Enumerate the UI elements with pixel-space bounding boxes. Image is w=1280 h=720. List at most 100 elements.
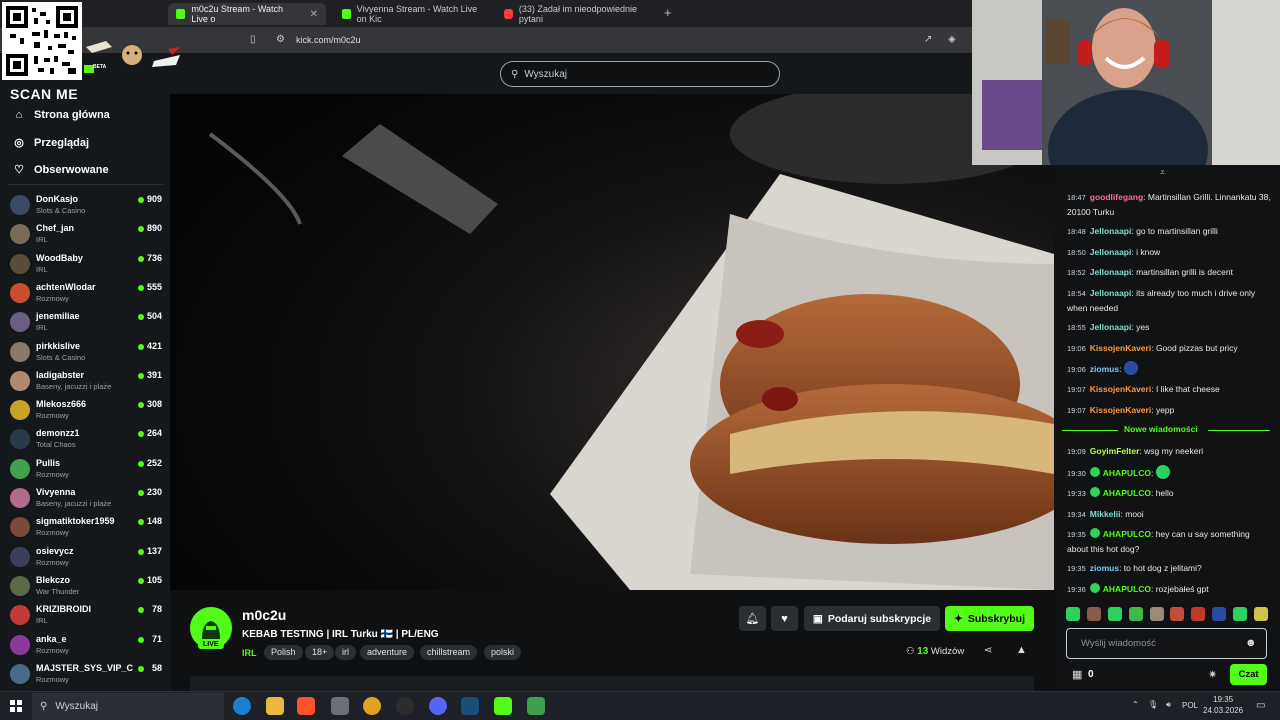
report-icon[interactable]: ▲ [1016,644,1027,656]
kick-icon[interactable] [494,697,512,715]
discord-icon[interactable] [429,697,447,715]
chat-username[interactable]: Jellonaapi [1090,226,1132,236]
nav-following[interactable]: ♡ Obserwowane [12,163,109,177]
browser-tab[interactable]: Vivyenna Stream - Watch Live on Kic [334,3,492,25]
sidebar-channel-item[interactable]: Mlekosz666 Rozmowy 308 [10,397,162,425]
clock-time[interactable]: 19:35 [1213,695,1233,704]
chat-username[interactable]: GoyimFelter [1090,446,1140,456]
obs-icon[interactable] [396,697,414,715]
brave-shield-icon[interactable]: ◈ [948,34,956,45]
channel-category: Rozmowy [36,469,69,479]
app-icon[interactable] [527,697,545,715]
sidebar-channel-item[interactable]: pirkkislive Slots & Casino 421 [10,339,162,367]
follow-heart-button[interactable]: ♥ [771,606,798,631]
browser-tab[interactable]: (33) Zadał im nieodpowiednie pytani [496,3,656,25]
chat-username[interactable]: KissojenKaveri [1090,384,1151,394]
chat-username[interactable]: ziomus [1090,563,1119,573]
steam-icon[interactable] [461,697,479,715]
taskbar-search[interactable]: ⚲ Wyszukaj [32,693,224,720]
gift-subscription-button[interactable]: ▣ Podaruj subskrypcje [804,606,940,631]
notification-icon[interactable]: ▭ [1256,700,1265,711]
emote-icon[interactable] [1233,607,1247,621]
emote-icon[interactable] [1253,607,1268,621]
app-icon[interactable] [331,697,349,715]
sidebar-channel-item[interactable]: anka_e Rozmowy 71 [10,632,162,660]
gift-box-icon[interactable]: ▦ [1072,668,1082,681]
emote-icon[interactable] [1107,607,1122,621]
sidebar-channel-item[interactable]: Chef_jan IRL 890 [10,221,162,249]
chat-username[interactable]: AHAPULCO [1103,468,1151,478]
site-info-icon[interactable]: ⚙ [276,34,285,45]
chat-username[interactable]: goodlifegang [1090,192,1143,202]
sidebar-channel-item[interactable]: osievycz Rozmowy 137 [10,544,162,572]
chat-username[interactable]: Jellonaapi [1090,267,1132,277]
url-field[interactable]: kick.com/m0c2u [296,35,361,45]
chat-send-button[interactable]: Czat [1230,664,1267,685]
chat-message-input[interactable]: Wyślij wiadomość [1066,628,1267,659]
sidebar-channel-item[interactable]: ladigabster Baseny, jacuzzi i plaże 391 [10,368,162,396]
sidebar-channel-item[interactable]: sigmatiktoker1959 Rozmowy 148 [10,514,162,542]
chat-username[interactable]: KissojenKaveri [1090,343,1151,353]
emote-icon[interactable] [1212,607,1227,621]
tag-chip[interactable]: 18+ [305,645,335,660]
emote-icon[interactable] [1170,607,1185,621]
share-icon[interactable]: ↗ [924,34,932,45]
close-tab-icon[interactable]: ✕ [310,9,318,20]
emote-icon[interactable] [1086,607,1101,621]
search-input[interactable]: ⚲ Wyszukaj [500,61,780,87]
emote-icon[interactable] [1191,607,1206,621]
share-icon[interactable]: ⋖ [984,645,992,656]
mic-icon[interactable]: 🎙︎ [1148,700,1158,709]
chat-username[interactable]: AHAPULCO [1103,584,1151,594]
chat-pinned-toggle[interactable]: ⩡ [1160,167,1165,178]
clock-date[interactable]: 24.03.2026 [1203,706,1243,715]
chat-username[interactable]: AHAPULCO [1103,488,1151,498]
star-icon: ✦ [954,612,963,625]
tag-chip[interactable]: chillstream [420,645,478,660]
subscribe-button[interactable]: ✦ Subskrybuj [945,606,1034,631]
chat-username[interactable]: Jellonaapi [1090,288,1132,298]
chat-username[interactable]: Jellonaapi [1090,247,1132,257]
file-explorer-icon[interactable] [266,697,284,715]
stream-category-link[interactable]: IRL [242,648,257,658]
windows-start-icon[interactable] [10,700,22,712]
streamer-name[interactable]: m0c2u [242,607,286,623]
edge-icon[interactable] [233,697,251,715]
sidebar-channel-item[interactable]: achtenWlodar Rozmowy 555 [10,280,162,308]
sidebar-channel-item[interactable]: DonKasjo Slots & Casino 909 [10,192,162,220]
tag-chip[interactable]: Polish [264,645,303,660]
sidebar-channel-item[interactable]: Blekczo War Thunder 105 [10,573,162,601]
sidebar-channel-item[interactable]: KRIZIBROIDI IRL 78 [10,602,162,630]
sidebar-channel-item[interactable]: Pullis Rozmowy 252 [10,456,162,484]
chat-username[interactable]: AHAPULCO [1103,529,1151,539]
bookmark-icon[interactable]: ▯ [250,34,256,45]
emote-icon[interactable] [1128,607,1143,621]
browser-tab-active[interactable]: m0c2u Stream - Watch Live o ✕ [168,3,326,25]
chat-username[interactable]: Mikkelii [1090,509,1121,519]
sidebar-channel-item[interactable]: WoodBaby IRL 736 [10,251,162,279]
chrome-icon[interactable] [363,697,381,715]
tag-chip[interactable]: irl [335,645,356,660]
language-indicator[interactable]: POL [1182,701,1198,710]
sidebar-channel-item[interactable]: demonzz1 Total Chaos 264 [10,426,162,454]
emote-icon[interactable] [1149,607,1164,621]
nav-browse[interactable]: ◎ Przeglądaj [12,136,89,150]
brave-icon[interactable] [297,697,315,715]
tag-chip[interactable]: adventure [360,645,415,660]
tag-chip[interactable]: polski [484,645,522,660]
video-player[interactable] [170,94,1054,590]
sidebar-channel-item[interactable]: Vivyenna Baseny, jacuzzi i plaże 230 [10,485,162,513]
sidebar-channel-item[interactable]: jenemiliae IRL 504 [10,309,162,337]
tray-chevron-icon[interactable]: ⌃ [1132,700,1139,709]
gear-icon[interactable]: ✷ [1208,668,1217,681]
notification-bell-button[interactable]: 🔔︎ [739,606,766,631]
new-tab-button[interactable]: + [664,5,672,20]
chat-username[interactable]: Jellonaapi [1090,322,1132,332]
speaker-icon[interactable]: 🔊︎ [1166,700,1171,710]
nav-home[interactable]: ⌂ Strona główna [12,109,110,121]
sidebar-channel-item[interactable]: MAJSTER_SYS_VIP_C Rozmowy 58 [10,661,162,689]
chat-username[interactable]: KissojenKaveri [1090,405,1151,415]
chat-username[interactable]: ziomus [1090,364,1119,374]
emote-icon[interactable] [1066,607,1080,621]
emoji-icon[interactable]: ☻ [1245,637,1257,649]
